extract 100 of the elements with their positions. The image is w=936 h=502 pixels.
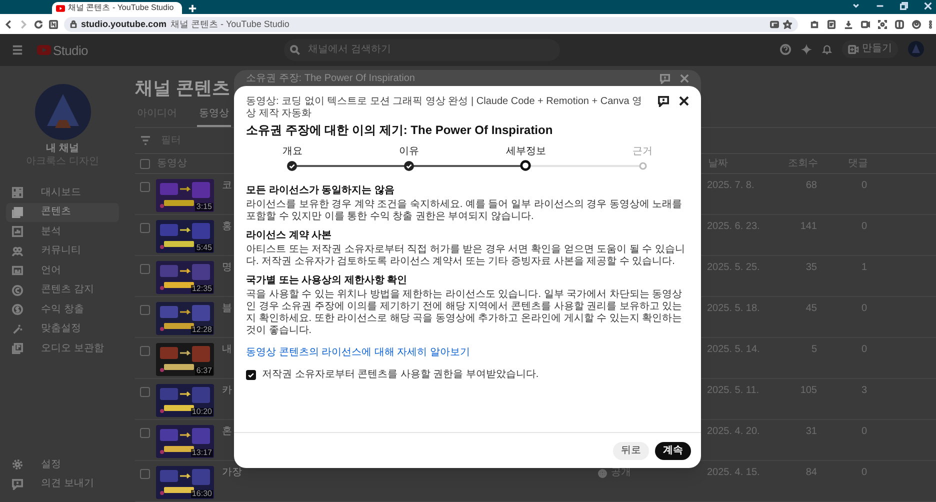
page-icon[interactable] <box>49 20 58 28</box>
checkbox[interactable] <box>140 305 150 315</box>
video-title[interactable]: 카 <box>222 386 232 396</box>
section-heading: 국가별 또는 사용상의 제한사항 확인 <box>246 275 408 287</box>
sidebar-item[interactable]: 맞춤설정 <box>6 320 119 339</box>
checkbox[interactable] <box>140 264 150 274</box>
download-icon[interactable] <box>844 20 853 28</box>
duration-badge: 3:15 <box>195 203 213 211</box>
step-label: 근거 <box>632 147 653 157</box>
sidebar-item[interactable]: 커뮤니티 <box>6 242 119 261</box>
dashboard-icon <box>12 187 23 198</box>
sidebar-item[interactable]: 설정 <box>6 455 119 474</box>
step-done-icon[interactable] <box>287 161 298 171</box>
checkbox[interactable] <box>140 182 150 192</box>
duration-badge: 12:35 <box>190 285 213 293</box>
copyright-icon <box>12 284 23 296</box>
chart-icon <box>12 226 23 238</box>
sidebar-item[interactable]: 분석 <box>6 222 119 242</box>
step-label: 세부정보 <box>506 147 546 157</box>
back-button[interactable]: 뒤로 <box>613 442 649 460</box>
video-title[interactable]: 블 <box>222 304 232 314</box>
more-icon[interactable] <box>929 20 932 28</box>
feedback-icon <box>12 478 23 490</box>
sparkle-icon[interactable] <box>801 44 812 54</box>
address-field[interactable]: studio.youtube.com 채널 콘텐츠 - YouTube Studio <box>64 16 798 32</box>
page-heading: 채널 콘텐츠 <box>135 78 230 98</box>
step-label: 이유 <box>399 147 420 157</box>
video-title[interactable]: 명 <box>222 263 232 273</box>
globe-icon <box>598 468 607 478</box>
split-view-icon[interactable] <box>895 20 904 28</box>
reader-icon[interactable] <box>827 20 836 28</box>
channel-name: 내 채널 <box>46 144 79 154</box>
section-heading: 라이선스 계약 사본 <box>246 230 333 242</box>
music-library-icon <box>12 343 23 354</box>
menu-icon[interactable] <box>12 45 23 55</box>
dialog-title: 소유권 주장에 대한 이의 제기: The Power Of Inspiration <box>246 123 554 137</box>
chevron-down-icon[interactable] <box>852 2 860 10</box>
checkbox[interactable] <box>140 346 150 356</box>
minimize-icon[interactable] <box>876 2 884 10</box>
url-domain: studio.youtube.com <box>81 20 166 28</box>
duration-badge: 5:45 <box>195 244 213 252</box>
section-text: 아티스트 또는 저작권 소유자로부터 직접 허가를 받은 경우 서면 확인을 얻으면 도움이 될 수 있습니다. 저작권 소유자가 검토하도록 라이선스 계약서 또는 기타 증빙자료 사본을 제공할 수 있습니다. <box>246 244 686 268</box>
duration-badge: 16:30 <box>190 490 213 498</box>
lock-icon <box>70 20 77 28</box>
subtitles-icon <box>12 265 23 276</box>
create-button[interactable]: 만들기 <box>842 40 898 58</box>
sidebar-item[interactable]: 수익 창출 <box>6 300 119 320</box>
filter-icon[interactable] <box>140 136 151 145</box>
reload-icon[interactable] <box>34 20 43 28</box>
video-plus-icon <box>848 44 859 54</box>
continue-button[interactable]: 계속 <box>655 442 691 460</box>
sidebar-item[interactable]: 대시보드 <box>6 183 119 202</box>
close-icon[interactable] <box>679 96 689 106</box>
section-heading: 모든 라이선스가 동일하지는 않음 <box>246 185 396 197</box>
youtube-icon <box>56 4 65 12</box>
checkbox[interactable] <box>140 387 150 397</box>
settings-icon <box>12 459 23 470</box>
video-title[interactable]: 가장 <box>222 468 242 478</box>
step-done-icon[interactable] <box>404 161 414 171</box>
checkbox-label: 저작권 소유자로부터 콘텐츠를 사용할 권한을 부여받았습니다. <box>262 370 539 380</box>
content-icon <box>12 206 23 218</box>
sidebar-item[interactable]: 의견 보내기 <box>6 474 119 494</box>
page-title: 채널 콘텐츠 - YouTube Studio <box>170 20 290 28</box>
video-title[interactable]: 홍 <box>222 222 232 232</box>
video-title[interactable]: 코 <box>222 181 232 191</box>
screenshot-icon[interactable] <box>878 20 887 28</box>
dollar-icon <box>12 304 23 316</box>
people-icon <box>12 246 23 257</box>
checkbox[interactable] <box>140 469 150 479</box>
browser-tab[interactable]: 채널 콘텐츠 - YouTube Studio <box>52 2 182 14</box>
dialog-title: 소유권 주장: The Power Of Inspiration <box>246 74 415 84</box>
cast-icon[interactable] <box>770 20 779 28</box>
duration-badge: 6:37 <box>195 367 213 375</box>
video-icon[interactable] <box>861 20 870 28</box>
checkbox[interactable] <box>140 223 150 233</box>
duration-badge: 10:20 <box>190 408 213 416</box>
bell-icon[interactable] <box>822 44 832 54</box>
help-icon[interactable] <box>780 44 791 54</box>
checkbox[interactable] <box>246 370 256 380</box>
learn-more-link[interactable]: 동영상 콘텐츠의 라이선스에 대해 자세히 알아보기 <box>246 348 470 358</box>
step-current-icon[interactable] <box>520 160 532 171</box>
restore-icon[interactable] <box>900 2 908 10</box>
sidebar-item[interactable]: 언어 <box>6 261 119 280</box>
back-icon[interactable] <box>4 20 13 28</box>
duration-badge: 13:17 <box>190 449 213 457</box>
sidebar-item[interactable]: 오디오 보관함 <box>6 339 119 358</box>
video-title[interactable]: 혼 <box>222 427 232 437</box>
content-tab[interactable]: 동영상 <box>197 109 231 127</box>
bookmark-icon[interactable] <box>783 20 792 28</box>
feedback-icon[interactable] <box>658 96 669 107</box>
step-label: 개요 <box>282 147 302 157</box>
video-title[interactable]: 내 <box>222 345 232 355</box>
logo[interactable]: Studio <box>37 44 88 56</box>
section-text: 라이선스를 보유한 경우 계약 조건을 숙지하세요. 예를 들어 일부 라이선스의 경우 동영상에 노래를 포함할 수 있지만 이를 통한 수익 창출 권한은 부여되지 않습니다. <box>246 199 684 223</box>
sidebar-item[interactable]: 콘텐츠 감지 <box>6 280 119 300</box>
checkbox[interactable] <box>140 158 150 168</box>
sidebar-item[interactable]: 콘텐츠 <box>6 202 119 222</box>
profile-icon[interactable] <box>912 20 921 28</box>
checkbox[interactable] <box>140 428 150 438</box>
new-tab-icon[interactable] <box>188 4 197 13</box>
